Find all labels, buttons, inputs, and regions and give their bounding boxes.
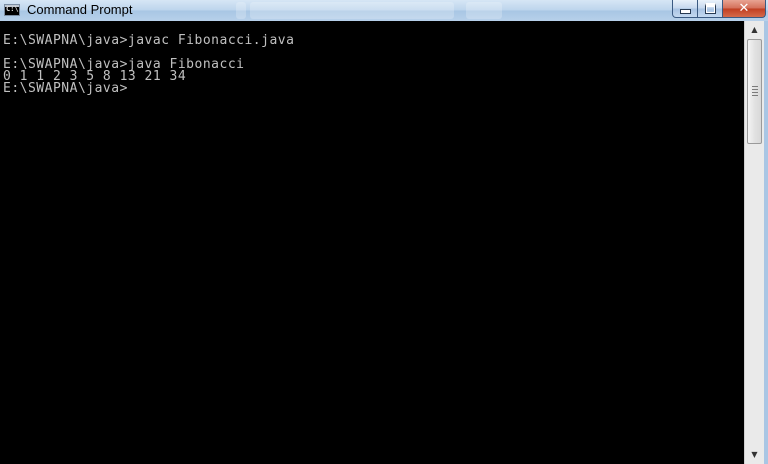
window-frame (764, 21, 768, 464)
scroll-down-button[interactable]: ▼ (747, 447, 762, 462)
background-glow (466, 2, 502, 19)
scroll-up-button[interactable]: ▲ (747, 22, 762, 37)
close-icon: ✕ (738, 1, 750, 16)
close-button[interactable]: ✕ (723, 0, 766, 18)
scroll-thumb[interactable] (747, 39, 762, 144)
thumb-grip (752, 89, 758, 90)
thumb-grip (752, 95, 758, 96)
maximize-button[interactable] (698, 0, 723, 18)
console-line: E:\SWAPNA\java>javac Fibonacci.java (3, 33, 295, 48)
minimize-button[interactable] (672, 0, 698, 18)
cmd-icon[interactable]: C:\ (4, 4, 20, 16)
thumb-grip (752, 92, 758, 93)
cmd-icon-glyph: C:\ (6, 5, 19, 13)
maximize-icon (704, 3, 716, 14)
caption-buttons: ✕ (672, 0, 766, 18)
scroll-down-icon: ▼ (751, 450, 758, 459)
thumb-grip (752, 86, 758, 87)
title-bar[interactable]: C:\ Command Prompt ✕ (0, 0, 768, 21)
console-output[interactable]: E:\SWAPNA\java>javac Fibonacci.java E:\S… (0, 21, 744, 464)
background-glow (236, 2, 246, 19)
minimize-icon (679, 9, 691, 14)
console-line: E:\SWAPNA\java> (3, 81, 128, 96)
scroll-up-icon: ▲ (751, 25, 758, 34)
command-prompt-window: C:\ Command Prompt ✕ E:\SWAPNA\java>java… (0, 0, 768, 464)
vertical-scrollbar[interactable]: ▲ ▼ (744, 21, 764, 464)
background-glow (250, 2, 454, 19)
window-title: Command Prompt (27, 2, 133, 17)
